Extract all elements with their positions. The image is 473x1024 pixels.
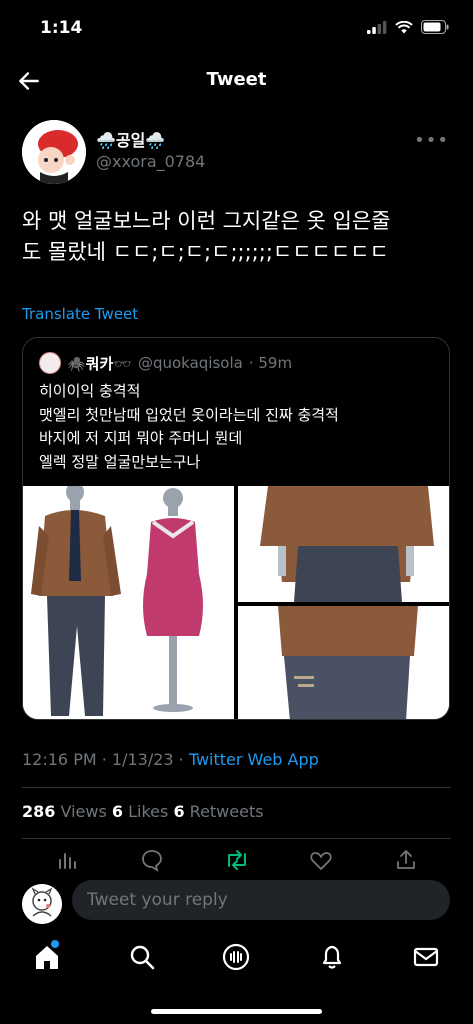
like-icon[interactable] [309, 848, 333, 872]
author-avatar[interactable] [22, 120, 86, 184]
quoted-text-line: 바지에 저 지퍼 뭐야 주머니 뭔데 [39, 429, 243, 447]
quoted-tweet[interactable]: 🕷️쿼카🕶️ @quokaqisola · 59m 히이이익 충격적 맷엘리 첫… [22, 337, 450, 720]
wifi-icon [395, 20, 413, 33]
quoted-author-handle: @quokaqisola [137, 354, 243, 372]
reply-icon[interactable] [140, 848, 164, 872]
media-image-trousers-closeup[interactable] [238, 606, 449, 719]
page-title: Tweet [206, 69, 267, 90]
likes-label[interactable]: Likes [123, 802, 173, 821]
avatar-illustration [22, 120, 86, 184]
quoted-media-grid [23, 486, 449, 719]
more-icon[interactable]: ••• [414, 130, 449, 151]
share-icon[interactable] [394, 848, 418, 872]
retweet-icon[interactable] [224, 848, 250, 872]
status-time: 1:14 [40, 18, 83, 38]
quoted-tweet-text: 히이이익 충격적 맷엘리 첫만남때 입었던 옷이라는데 진짜 충격적 바지에 저… [39, 380, 439, 474]
author-handle[interactable]: @xxora_0784 [96, 152, 205, 171]
search-icon[interactable] [127, 942, 157, 972]
divider [22, 787, 451, 788]
divider [22, 838, 451, 839]
outfits-illustration [23, 486, 234, 719]
retweets-count[interactable]: 6 [173, 802, 184, 821]
quoted-tweet-header: 🕷️쿼카🕶️ @quokaqisola · 59m [39, 352, 292, 374]
top-bar: Tweet [0, 56, 473, 106]
quoted-text-line: 맷엘리 첫만남때 입었던 옷이라는데 진짜 충격적 [39, 405, 339, 424]
quoted-tweet-time: · 59m [248, 354, 293, 372]
translate-tweet-link[interactable]: Translate Tweet [22, 305, 138, 323]
views-count: 286 [22, 802, 56, 821]
tweet-timestamp: 12:16 PM · 1/13/23 · Twitter Web App [22, 750, 319, 769]
author-display-name[interactable]: 🌧️공일🌧️ [96, 127, 165, 151]
status-bar: 1:14 [0, 0, 473, 56]
tweet-text: 와 맷 얼굴보느라 이런 그지같은 옷 입은줄 도 몰랐네 ㄷㄷ;ㄷ;ㄷ;ㄷ;;… [22, 206, 452, 268]
battery-icon [421, 20, 449, 34]
quoted-text-line: 히이이익 충격적 [39, 382, 141, 400]
media-image-jacket-closeup[interactable] [238, 486, 449, 602]
trousers-closeup-illustration [238, 606, 449, 719]
signal-icon [367, 20, 387, 34]
tweet-time-text: 12:16 PM · 1/13/23 · [22, 750, 189, 769]
tweet-stats: 286 Views 6 Likes 6 Retweets [22, 802, 264, 821]
reply-bar [0, 872, 473, 930]
retweets-label[interactable]: Retweets [185, 802, 264, 821]
quoted-author-name: 🕷️쿼카🕶️ [67, 354, 132, 373]
status-icons [367, 20, 449, 34]
quoted-author-avatar [39, 352, 61, 374]
spaces-icon[interactable] [221, 942, 251, 972]
reply-input[interactable] [72, 880, 450, 920]
quoted-text-line: 엘렉 정말 얼굴만보는구나 [39, 452, 201, 471]
tweet-source-link[interactable]: Twitter Web App [189, 750, 319, 769]
notifications-icon[interactable] [317, 942, 347, 972]
likes-count[interactable]: 6 [112, 802, 123, 821]
tweet-text-line: 도 몰랐네 ㄷㄷ;ㄷ;ㄷ;ㄷ;;;;;;ㄷㄷㄷㄷㄷㄷ [22, 240, 389, 264]
views-label: Views [55, 802, 112, 821]
jacket-closeup-illustration [238, 486, 449, 602]
home-notification-dot [51, 940, 59, 948]
home-indicator [151, 1009, 322, 1014]
messages-icon[interactable] [411, 942, 441, 972]
tweet-text-line: 와 맷 얼굴보느라 이런 그지같은 옷 입은줄 [22, 209, 391, 233]
views-icon[interactable] [57, 848, 79, 870]
current-user-avatar[interactable] [22, 884, 62, 924]
current-user-avatar-illustration [22, 884, 62, 924]
media-image-outfits[interactable] [23, 486, 234, 719]
